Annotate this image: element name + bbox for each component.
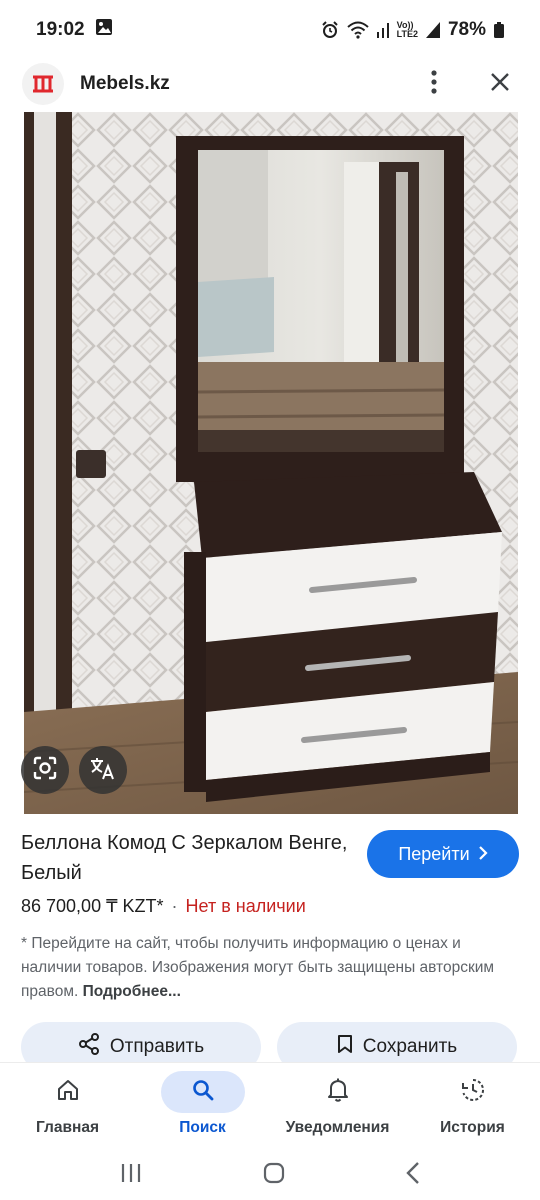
price-separator: · (171, 896, 178, 916)
nav-search-label: Поиск (179, 1119, 226, 1136)
battery-level: 78% (447, 19, 486, 40)
site-logo[interactable] (22, 63, 64, 105)
site-name[interactable]: Mebels.kz (80, 73, 170, 95)
product-title[interactable]: Беллона Комод С Зеркалом Венге, Белый (21, 828, 351, 888)
signal-icon-2 (425, 22, 440, 38)
close-icon (489, 71, 511, 98)
share-icon (78, 1033, 100, 1061)
status-bar: 19:02 Vo)) LTE2 78% (0, 0, 540, 60)
signal-icon (376, 22, 389, 38)
visit-button-label: Перейти (398, 843, 470, 864)
nav-history-label: История (440, 1119, 505, 1136)
translate-button[interactable] (79, 746, 127, 794)
back-button[interactable] (405, 1161, 421, 1190)
bookmark-icon (337, 1034, 353, 1060)
status-time: 19:02 (36, 19, 85, 40)
more-options-button[interactable] (416, 66, 452, 102)
nav-notifications[interactable]: Уведомления (270, 1063, 405, 1150)
home-button[interactable] (262, 1161, 286, 1190)
translate-icon (89, 755, 117, 786)
nav-home-label: Главная (35, 1119, 100, 1136)
lens-icon (32, 755, 58, 786)
recent-apps-button[interactable] (119, 1162, 143, 1189)
close-button[interactable] (482, 66, 518, 102)
home-icon (56, 1078, 80, 1107)
wifi-icon (346, 21, 369, 39)
share-label: Отправить (109, 1036, 205, 1057)
source-header: Mebels.kz (0, 58, 540, 110)
alarm-icon (321, 21, 339, 39)
bottom-nav: Главная Поиск Уведомления История (0, 1062, 540, 1150)
product-image-area (0, 112, 540, 814)
stock-status: Нет в наличии (185, 896, 306, 916)
history-icon (460, 1077, 486, 1108)
nav-notifications-label: Уведомления (285, 1119, 390, 1136)
nav-home[interactable]: Главная (0, 1063, 135, 1150)
disclaimer: * Перейдите на сайт, чтобы получить инфо… (21, 932, 521, 1004)
gallery-notification-icon (95, 18, 113, 42)
search-icon (191, 1078, 215, 1107)
volte-indicator: Vo)) LTE2 (396, 20, 418, 39)
visit-button[interactable]: Перейти (367, 830, 519, 878)
bell-icon (326, 1077, 350, 1108)
system-nav-bar (0, 1150, 540, 1200)
product-photo[interactable] (24, 112, 518, 814)
chevron-right-icon (478, 844, 488, 865)
more-info-link[interactable]: Подробнее... (83, 983, 181, 1000)
nav-search[interactable]: Поиск (135, 1063, 270, 1150)
price: 86 700,00 ₸ KZT* (21, 896, 164, 916)
nav-history[interactable]: История (405, 1063, 540, 1150)
save-label: Сохранить (362, 1036, 458, 1057)
battery-icon (494, 22, 504, 38)
lens-search-button[interactable] (21, 746, 69, 794)
more-vert-icon (431, 69, 437, 99)
price-row: 86 700,00 ₸ KZT* · Нет в наличии (21, 896, 306, 917)
